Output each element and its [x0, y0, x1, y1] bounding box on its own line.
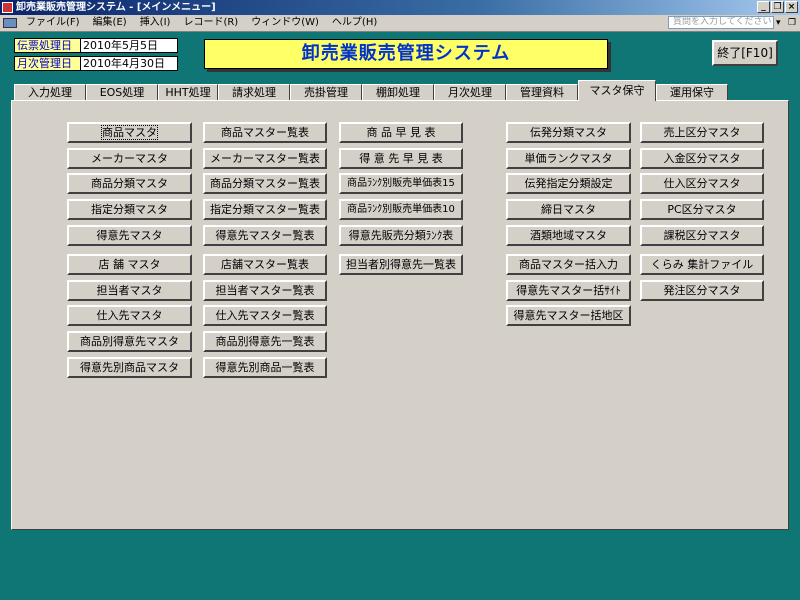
payment-type-master-button[interactable]: 入金区分マスタ	[640, 148, 764, 169]
window-controls: _ ❐ ×	[757, 1, 798, 14]
tab-billing[interactable]: 請求処理	[218, 84, 290, 100]
tab-reports[interactable]: 管理資料	[506, 84, 578, 100]
customer-by-product-list-button[interactable]: 商品別得意先一覧表	[203, 331, 327, 352]
product-master-list-button[interactable]: 商品マスター覧表	[203, 122, 327, 143]
menu-insert[interactable]: 挿入(I)	[140, 15, 171, 31]
customers-by-staff-list-button[interactable]: 担当者別得意先一覧表	[339, 254, 463, 275]
exit-button[interactable]: 終了[F10]	[712, 40, 778, 66]
customer-master-list-button[interactable]: 得意先マスター覧表	[203, 225, 327, 246]
menu-edit[interactable]: 編集(E)	[93, 15, 127, 31]
window-title: 卸売業販売管理システム - [メインメニュー]	[16, 2, 216, 13]
customer-master-bulk-site-button[interactable]: 得意先マスター括ｻｲﾄ	[506, 280, 631, 301]
menu-window[interactable]: ウィンドウ(W)	[251, 15, 319, 31]
product-by-customer-list-button[interactable]: 得意先別商品一覧表	[203, 357, 327, 378]
tab-hht[interactable]: HHT処理	[158, 84, 218, 100]
closing-date-master-button[interactable]: 締日マスタ	[506, 199, 631, 220]
window-titlebar: 卸売業販売管理システム - [メインメニュー] _ ❐ ×	[0, 0, 800, 15]
product-category-master-button[interactable]: 商品分類マスタ	[67, 173, 192, 194]
customer-master-bulk-region-button[interactable]: 得意先マスター括地区	[506, 305, 631, 326]
tab-input[interactable]: 入力処理	[14, 84, 86, 100]
monthly-date-label: 月次管理日	[14, 56, 81, 71]
tab-receivables[interactable]: 売掛管理	[290, 84, 362, 100]
menu-help[interactable]: ヘルプ(H)	[332, 15, 377, 31]
tab-eos[interactable]: EOS処理	[86, 84, 158, 100]
customer-by-product-master-button[interactable]: 商品別得意先マスタ	[67, 331, 192, 352]
product-master-button[interactable]: 商品マスタ	[67, 122, 192, 143]
chevron-down-icon[interactable]: ▾	[776, 15, 781, 31]
price-rank-master-button[interactable]: 単価ランクマスタ	[506, 148, 631, 169]
customer-master-button[interactable]: 得意先マスタ	[67, 225, 192, 246]
designated-category-list-button[interactable]: 指定分類マスター覧表	[203, 199, 327, 220]
product-by-customer-master-button[interactable]: 得意先別商品マスタ	[67, 357, 192, 378]
tab-inventory[interactable]: 棚卸処理	[362, 84, 434, 100]
restore-window-icon[interactable]: ❐	[788, 15, 796, 31]
slip-category-master-button[interactable]: 伝発分類マスタ	[506, 122, 631, 143]
maker-master-button[interactable]: メーカーマスタ	[67, 148, 192, 169]
purchase-type-master-button[interactable]: 仕入区分マスタ	[640, 173, 764, 194]
tab-operations[interactable]: 運用保守	[656, 84, 728, 100]
app-icon	[2, 2, 13, 13]
close-icon[interactable]: ×	[785, 1, 798, 13]
maker-master-list-button[interactable]: メーカーマスター覧表	[203, 148, 327, 169]
rank-price-table-10-button[interactable]: 商品ﾗﾝｸ別販売単価表10	[339, 199, 463, 220]
help-question-input[interactable]: 質問を入力してください	[668, 16, 774, 29]
product-quick-view-button[interactable]: 商 品 早 見 表	[339, 122, 463, 143]
system-title: 卸売業販売管理システム	[204, 39, 608, 69]
minimize-icon[interactable]: _	[757, 1, 770, 13]
store-master-button[interactable]: 店 舗 マスタ	[67, 254, 192, 275]
order-type-master-button[interactable]: 発注区分マスタ	[640, 280, 764, 301]
product-master-bulk-input-button[interactable]: 商品マスター括入力	[506, 254, 631, 275]
customer-sales-rank-table-button[interactable]: 得意先販売分類ﾗﾝｸ表	[339, 225, 463, 246]
product-category-list-button[interactable]: 商品分類マスター覧表	[203, 173, 327, 194]
liquor-region-master-button[interactable]: 酒類地域マスタ	[506, 225, 631, 246]
voucher-date-label: 伝票処理日	[14, 38, 81, 53]
tab-master-maintenance[interactable]: マスタ保守	[578, 80, 656, 101]
staff-master-button[interactable]: 担当者マスタ	[67, 280, 192, 301]
rank-price-table-15-button[interactable]: 商品ﾗﾝｸ別販売単価表15	[339, 173, 463, 194]
form-icon[interactable]	[3, 18, 17, 28]
slip-designated-category-setting-button[interactable]: 伝発指定分類設定	[506, 173, 631, 194]
menu-record[interactable]: レコード(R)	[183, 15, 238, 31]
supplier-master-button[interactable]: 仕入先マスタ	[67, 305, 192, 326]
menu-file[interactable]: ファイル(F)	[26, 15, 80, 31]
menubar: ファイル(F) 編集(E) 挿入(I) レコード(R) ウィンドウ(W) ヘルプ…	[0, 15, 800, 32]
customer-quick-view-button[interactable]: 得 意 先 早 見 表	[339, 148, 463, 169]
voucher-date-field[interactable]: 2010年5月5日	[80, 38, 178, 53]
kurami-summary-file-button[interactable]: くらみ 集計ファイル	[640, 254, 764, 275]
button-label: 商品マスタ	[101, 125, 158, 140]
store-master-list-button[interactable]: 店舗マスター覧表	[203, 254, 327, 275]
staff-master-list-button[interactable]: 担当者マスター覧表	[203, 280, 327, 301]
tax-type-master-button[interactable]: 課税区分マスタ	[640, 225, 764, 246]
pc-type-master-button[interactable]: PC区分マスタ	[640, 199, 764, 220]
supplier-master-list-button[interactable]: 仕入先マスター覧表	[203, 305, 327, 326]
restore-icon[interactable]: ❐	[771, 1, 784, 13]
monthly-date-field[interactable]: 2010年4月30日	[80, 56, 178, 71]
tab-monthly[interactable]: 月次処理	[434, 84, 506, 100]
sales-type-master-button[interactable]: 売上区分マスタ	[640, 122, 764, 143]
designated-category-master-button[interactable]: 指定分類マスタ	[67, 199, 192, 220]
